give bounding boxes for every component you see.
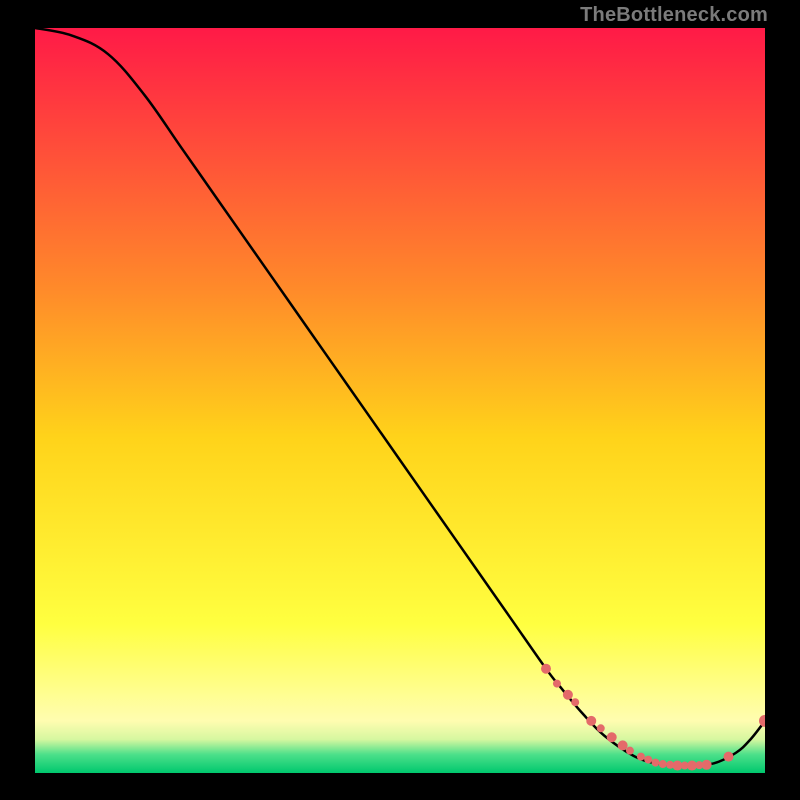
gradient-backdrop [35,28,765,773]
data-point [618,740,628,750]
data-point [644,756,652,764]
data-point [607,732,617,742]
data-point [571,698,579,706]
plot-area [35,28,765,773]
data-point [597,724,605,732]
data-point [541,664,551,674]
data-point [637,753,645,761]
chart-svg [35,28,765,773]
data-point [553,680,561,688]
data-point [563,690,573,700]
data-point [586,716,596,726]
data-point [724,752,734,762]
data-point [626,747,634,755]
watermark-text: TheBottleneck.com [580,4,768,27]
chart-container: TheBottleneck.com [0,0,800,800]
data-point [659,760,667,768]
data-point [652,759,660,767]
data-point [702,760,712,770]
